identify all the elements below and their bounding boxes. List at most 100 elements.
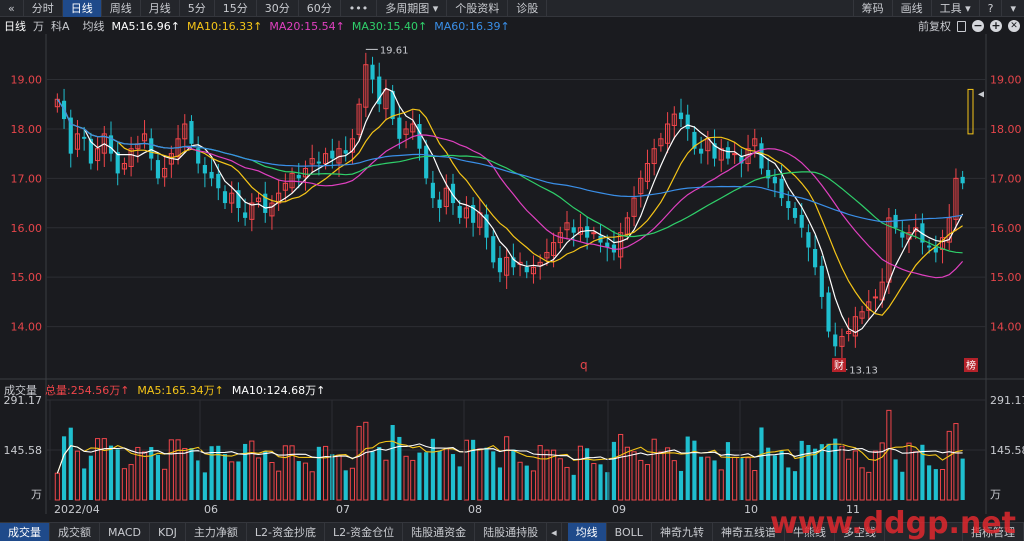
volume-ma10: MA10:124.68万↑ — [231, 384, 326, 397]
tab-hk-holding[interactable]: 陆股通持股 — [475, 522, 548, 541]
volume-bar-down — [813, 448, 818, 500]
volume-bar-down — [799, 440, 804, 500]
tab-kdj[interactable]: KDJ — [150, 522, 186, 541]
volume-bar-up — [953, 423, 959, 501]
volume-bar-down — [893, 459, 898, 500]
tab-ma[interactable]: 均线 — [567, 522, 607, 541]
candle-body-down — [786, 201, 791, 208]
candle-body-down — [343, 150, 348, 154]
volume-bar-up — [162, 468, 168, 501]
volume-bar-down — [243, 443, 248, 500]
candle-body-up — [872, 296, 879, 299]
volume-bar-down — [772, 455, 777, 500]
tab-main-inflow[interactable]: 主力净额 — [186, 522, 247, 541]
x-axis-label: 2022/04 — [54, 503, 100, 516]
price-tick-left: 16.00 — [11, 222, 43, 235]
volume-bar-down — [189, 448, 194, 500]
candle-body-up — [732, 153, 738, 156]
volume-bar-up — [443, 448, 449, 501]
volume-bar-down — [960, 458, 965, 500]
tab-arrow-left[interactable]: ◂ — [547, 522, 562, 541]
volume-bar-up — [121, 468, 127, 501]
tab-l2-capital[interactable]: L2-资金抄底 — [247, 522, 326, 541]
candle-body-down — [189, 121, 194, 144]
kline-chart[interactable]: 19.00 19.00 18.00 18.00 17.00 17.00 16.00 16.00… — [0, 0, 1024, 541]
volume-bar-up — [302, 462, 309, 501]
volume-bar-up — [141, 451, 148, 501]
volume-bar-down — [491, 451, 496, 500]
volume-bar-up — [631, 451, 637, 501]
price-tick-left: 15.00 — [11, 271, 43, 284]
price-tick-left: 18.00 — [11, 123, 43, 136]
volume-bar-up — [872, 450, 879, 501]
volume-bar-down — [424, 452, 429, 500]
volume-bar-down — [417, 452, 422, 500]
tab-shenqi-9[interactable]: 神奇九转 — [652, 522, 713, 541]
volume-bar-up — [356, 425, 362, 501]
volume-bar-up — [551, 449, 557, 501]
volume-bar-down — [759, 427, 764, 500]
volume-bar-up — [852, 450, 858, 501]
price-tick-left: 19.00 — [11, 74, 43, 87]
volume-bar-up — [886, 409, 892, 501]
volume-bar-down — [605, 472, 610, 500]
tab-macd[interactable]: MACD — [100, 522, 150, 541]
volume-bar-down — [61, 436, 67, 500]
volume-bar-down — [524, 465, 529, 500]
volume-bar-down — [833, 438, 838, 500]
marker-q: q — [580, 358, 588, 372]
volume-bar-down — [222, 454, 228, 500]
candle-body-down — [216, 173, 221, 189]
volume-unit-right: 万 — [990, 488, 1001, 501]
volume-bar-down — [155, 454, 161, 500]
volume-bar-up — [383, 459, 389, 501]
candle-body-down — [209, 171, 214, 179]
volume-bar-up — [651, 438, 657, 501]
volume-bar-up — [913, 451, 919, 501]
candle-body-down — [296, 174, 301, 179]
candle-body-down — [725, 147, 731, 159]
volume-bar-up — [276, 470, 282, 501]
volume-bar-down — [202, 472, 207, 500]
volume-bar-down — [933, 469, 938, 500]
price-pointer-icon — [978, 91, 984, 98]
candle-body-down — [437, 199, 442, 208]
volume-bar-up — [182, 447, 188, 501]
ma60-line — [56, 98, 963, 223]
candle-body-down — [772, 176, 777, 184]
candle-body-down — [678, 112, 684, 120]
candle-body-down — [813, 249, 818, 268]
candle-body-down — [370, 64, 375, 80]
volume-bar-down — [343, 470, 348, 500]
volume-bar-down — [786, 467, 791, 500]
price-tick-right: 16.00 — [990, 222, 1022, 235]
tab-boll[interactable]: BOLL — [607, 522, 652, 541]
volume-bar-up — [577, 445, 583, 501]
volume-bar-up — [732, 456, 738, 501]
volume-bar-down — [779, 450, 784, 500]
candle-body-down — [799, 214, 804, 228]
watermark-text: www.ddgp.net — [770, 506, 1016, 541]
tab-volume[interactable]: 成交量 — [0, 522, 50, 541]
current-price-flag — [967, 88, 974, 135]
volume-title: 成交量 — [4, 384, 37, 397]
tab-hk-capital[interactable]: 陆股通资金 — [403, 522, 476, 541]
volume-bar-up — [618, 433, 624, 501]
candle-body-down — [457, 206, 462, 218]
marker-cai: 财 — [834, 359, 844, 372]
volume-bar-down — [471, 439, 476, 500]
high-annotation-label: 19.61 — [380, 45, 409, 56]
tab-turnover[interactable]: 成交额 — [50, 522, 100, 541]
volume-bar-up — [517, 461, 523, 501]
volume-bar-up — [537, 445, 543, 501]
volume-ma5: MA5:165.34万↑ — [137, 384, 224, 397]
candle-body-down — [779, 178, 784, 199]
tab-l2-position[interactable]: L2-资金仓位 — [325, 522, 404, 541]
price-tick-right: 14.00 — [990, 321, 1022, 334]
x-axis-label: 10 — [744, 503, 758, 516]
volume-bar-up — [544, 449, 550, 501]
volume-bar-up — [54, 472, 60, 501]
candle-body-down — [149, 138, 154, 159]
volume-bar-up — [255, 457, 262, 501]
volume-tick-right: 145.58 — [990, 444, 1024, 457]
